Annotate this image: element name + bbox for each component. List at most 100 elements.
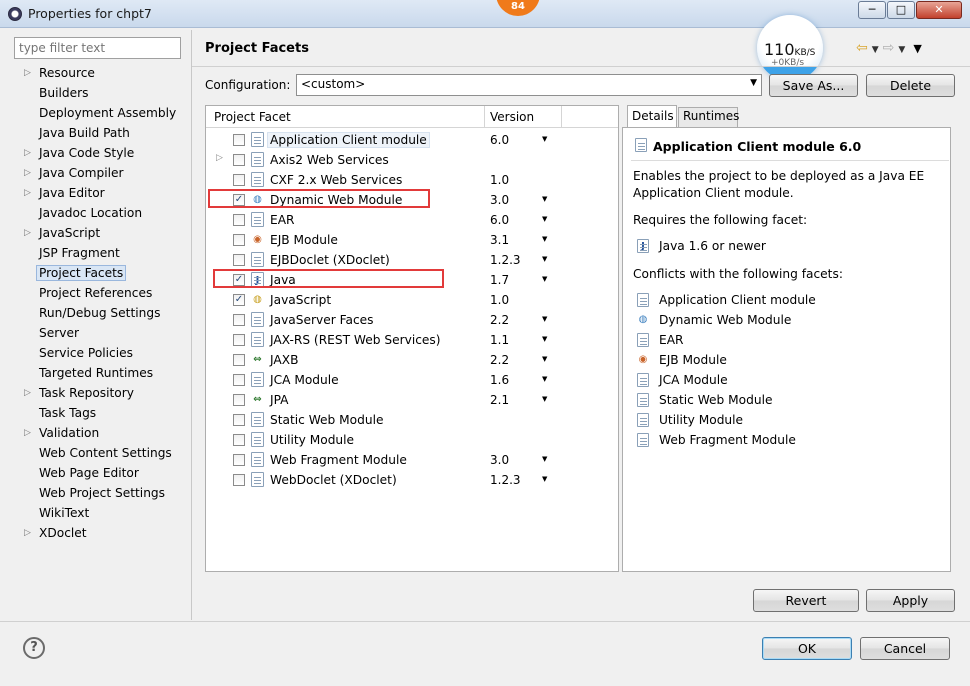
nav-item[interactable]: ▷ Java Compiler [12, 164, 192, 184]
configuration-select[interactable]: <custom> ▼ [296, 74, 762, 96]
column-separator[interactable] [484, 106, 485, 128]
expand-arrow-icon[interactable]: ▷ [24, 164, 31, 182]
version-dropdown-icon[interactable]: ▼ [542, 195, 547, 203]
nav-item[interactable]: ▷ Task Repository [12, 384, 192, 404]
expand-arrow-icon[interactable]: ▷ [24, 524, 31, 542]
filter-input[interactable] [14, 37, 181, 59]
facet-checkbox[interactable] [233, 474, 245, 486]
facet-checkbox[interactable] [233, 414, 245, 426]
nav-item[interactable]: Project Facets [12, 264, 192, 284]
facet-row[interactable]: CXF 2.x Web Services 1.0 [206, 170, 618, 190]
facet-checkbox[interactable] [233, 234, 245, 246]
expand-arrow-icon[interactable]: ▷ [24, 64, 31, 82]
nav-item[interactable]: Targeted Runtimes [12, 364, 192, 384]
minimize-button[interactable]: ─ [858, 1, 886, 19]
facet-row[interactable]: ⇔ JAXB 2.2 ▼ [206, 350, 618, 370]
version-dropdown-icon[interactable]: ▼ [542, 395, 547, 403]
facet-row[interactable]: WebDoclet (XDoclet) 1.2.3 ▼ [206, 470, 618, 490]
save-as-button[interactable]: Save As... [769, 74, 858, 97]
facet-row[interactable]: JavaServer Faces 2.2 ▼ [206, 310, 618, 330]
nav-item[interactable]: ▷ Resource [12, 64, 192, 84]
facet-row[interactable]: Application Client module 6.0 ▼ [206, 130, 618, 150]
facet-version[interactable]: 1.1 [490, 333, 509, 347]
expand-arrow-icon[interactable]: ▷ [24, 384, 31, 402]
facet-checkbox[interactable] [233, 434, 245, 446]
facet-version[interactable]: 1.2.3 [490, 473, 521, 487]
nav-item[interactable]: Web Page Editor [12, 464, 192, 484]
facet-version[interactable]: 3.1 [490, 233, 509, 247]
facet-row[interactable]: Web Fragment Module 3.0 ▼ [206, 450, 618, 470]
revert-button[interactable]: Revert [753, 589, 859, 612]
facet-checkbox[interactable] [233, 314, 245, 326]
facet-version[interactable]: 6.0 [490, 133, 509, 147]
nav-item[interactable]: ▷ Java Editor [12, 184, 192, 204]
facet-checkbox[interactable] [233, 154, 245, 166]
version-dropdown-icon[interactable]: ▼ [542, 275, 547, 283]
close-window-button[interactable]: ✕ [916, 1, 962, 19]
nav-item[interactable]: Server [12, 324, 192, 344]
apply-button[interactable]: Apply [866, 589, 955, 612]
nav-item[interactable]: Java Build Path [12, 124, 192, 144]
nav-item[interactable]: ▷ JavaScript [12, 224, 192, 244]
version-dropdown-icon[interactable]: ▼ [542, 475, 547, 483]
delete-button[interactable]: Delete [866, 74, 955, 97]
version-dropdown-icon[interactable]: ▼ [542, 135, 547, 143]
facet-version[interactable]: 3.0 [490, 453, 509, 467]
facet-checkbox[interactable] [233, 134, 245, 146]
view-menu-icon[interactable]: ▼ [913, 42, 921, 55]
expand-arrow-icon[interactable]: ▷ [24, 144, 31, 162]
facet-row[interactable]: JCA Module 1.6 ▼ [206, 370, 618, 390]
nav-item[interactable]: Service Policies [12, 344, 192, 364]
splitter[interactable] [191, 30, 192, 620]
nav-item[interactable]: Web Content Settings [12, 444, 192, 464]
facet-checkbox[interactable] [233, 374, 245, 386]
ok-button[interactable]: OK [762, 637, 852, 660]
facet-checkbox[interactable] [233, 354, 245, 366]
nav-item[interactable]: Run/Debug Settings [12, 304, 192, 324]
version-dropdown-icon[interactable]: ▼ [542, 235, 547, 243]
expand-arrow-icon[interactable]: ▷ [24, 224, 31, 242]
facet-checkbox[interactable] [233, 254, 245, 266]
facet-version[interactable]: 2.2 [490, 313, 509, 327]
back-arrow-icon[interactable]: ⇦ [856, 40, 868, 56]
nav-item[interactable]: ▷ Java Code Style [12, 144, 192, 164]
notification-badge[interactable]: 84 [496, 0, 540, 16]
facet-row[interactable]: JAX-RS (REST Web Services) 1.1 ▼ [206, 330, 618, 350]
back-dropdown-icon[interactable]: ▼ [872, 45, 879, 55]
facet-version[interactable]: 3.0 [490, 193, 509, 207]
tab-runtimes[interactable]: Runtimes [678, 107, 739, 127]
expand-arrow-icon[interactable]: ▷ [216, 153, 223, 163]
column-separator[interactable] [561, 106, 562, 128]
facet-version[interactable]: 6.0 [490, 213, 509, 227]
facet-checkbox[interactable] [233, 174, 245, 186]
version-dropdown-icon[interactable]: ▼ [542, 255, 547, 263]
facet-row[interactable]: EJBDoclet (XDoclet) 1.2.3 ▼ [206, 250, 618, 270]
nav-item[interactable]: JSP Fragment [12, 244, 192, 264]
tab-details[interactable]: Details [627, 105, 677, 127]
nav-item[interactable]: Task Tags [12, 404, 192, 424]
help-icon[interactable]: ? [23, 637, 45, 659]
version-dropdown-icon[interactable]: ▼ [542, 355, 547, 363]
nav-item[interactable]: Builders [12, 84, 192, 104]
nav-item[interactable]: Web Project Settings [12, 484, 192, 504]
facet-row[interactable]: ✓ ◍ JavaScript 1.0 [206, 290, 618, 310]
forward-arrow-icon[interactable]: ⇨ [883, 40, 895, 56]
version-dropdown-icon[interactable]: ▼ [542, 375, 547, 383]
facet-version[interactable]: 2.2 [490, 353, 509, 367]
column-project-facet[interactable]: Project Facet [214, 110, 291, 124]
facet-checkbox[interactable]: ✓ [233, 294, 245, 306]
facet-row[interactable]: ▷ Axis2 Web Services [206, 150, 618, 170]
expand-arrow-icon[interactable]: ▷ [24, 184, 31, 202]
expand-arrow-icon[interactable]: ▷ [24, 424, 31, 442]
forward-dropdown-icon[interactable]: ▼ [898, 45, 905, 55]
facet-version[interactable]: 1.0 [490, 173, 509, 187]
nav-item[interactable]: ▷ Validation [12, 424, 192, 444]
column-version[interactable]: Version [490, 110, 534, 124]
facet-row[interactable]: Static Web Module [206, 410, 618, 430]
facet-version[interactable]: 1.0 [490, 293, 509, 307]
facet-checkbox[interactable] [233, 334, 245, 346]
facet-row[interactable]: ◉ EJB Module 3.1 ▼ [206, 230, 618, 250]
facet-version[interactable]: 1.6 [490, 373, 509, 387]
facet-version[interactable]: 2.1 [490, 393, 509, 407]
nav-item[interactable]: WikiText [12, 504, 192, 524]
